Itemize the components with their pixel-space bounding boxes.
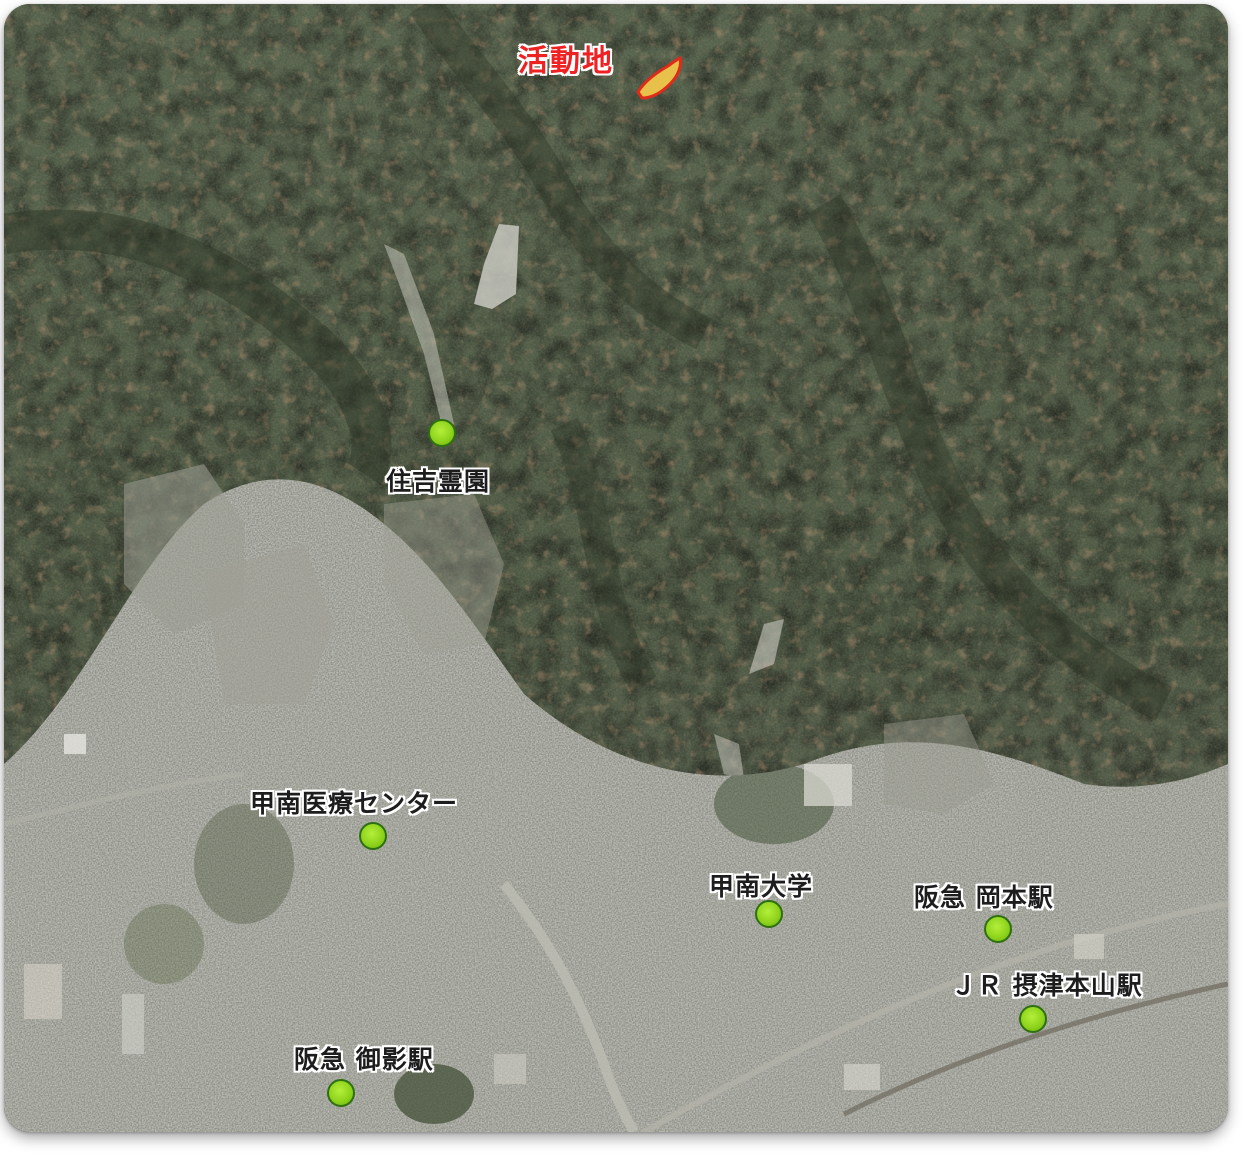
label-jr-settsu-motoyama-station: ＪＲ 摂津本山駅 [951, 971, 1143, 1000]
marker-konan-medical-center[interactable] [359, 822, 387, 850]
label-hankyu-mikage-station: 阪急 御影駅 [294, 1045, 434, 1074]
satellite-imagery [4, 4, 1228, 1132]
label-hankyu-okamoto-station: 阪急 岡本駅 [914, 883, 1054, 912]
marker-hankyu-okamoto-station[interactable] [984, 915, 1012, 943]
marker-jr-settsu-motoyama-station[interactable] [1019, 1005, 1047, 1033]
label-konan-university: 甲南大学 [709, 872, 814, 901]
label-konan-medical-center: 甲南医療センター [250, 789, 459, 818]
label-sumiyoshi-cemetery: 住吉霊園 [386, 467, 491, 496]
aerial-map[interactable]: 活動地 住吉霊園 甲南医療センター 甲南大学 阪急 岡本駅 ＪＲ 摂津本山駅 阪… [4, 4, 1228, 1132]
marker-konan-university[interactable] [755, 900, 783, 928]
activity-site-area [636, 55, 682, 100]
marker-sumiyoshi-cemetery[interactable] [428, 419, 456, 447]
marker-hankyu-mikage-station[interactable] [327, 1079, 355, 1107]
activity-site-label: 活動地 [518, 44, 614, 79]
